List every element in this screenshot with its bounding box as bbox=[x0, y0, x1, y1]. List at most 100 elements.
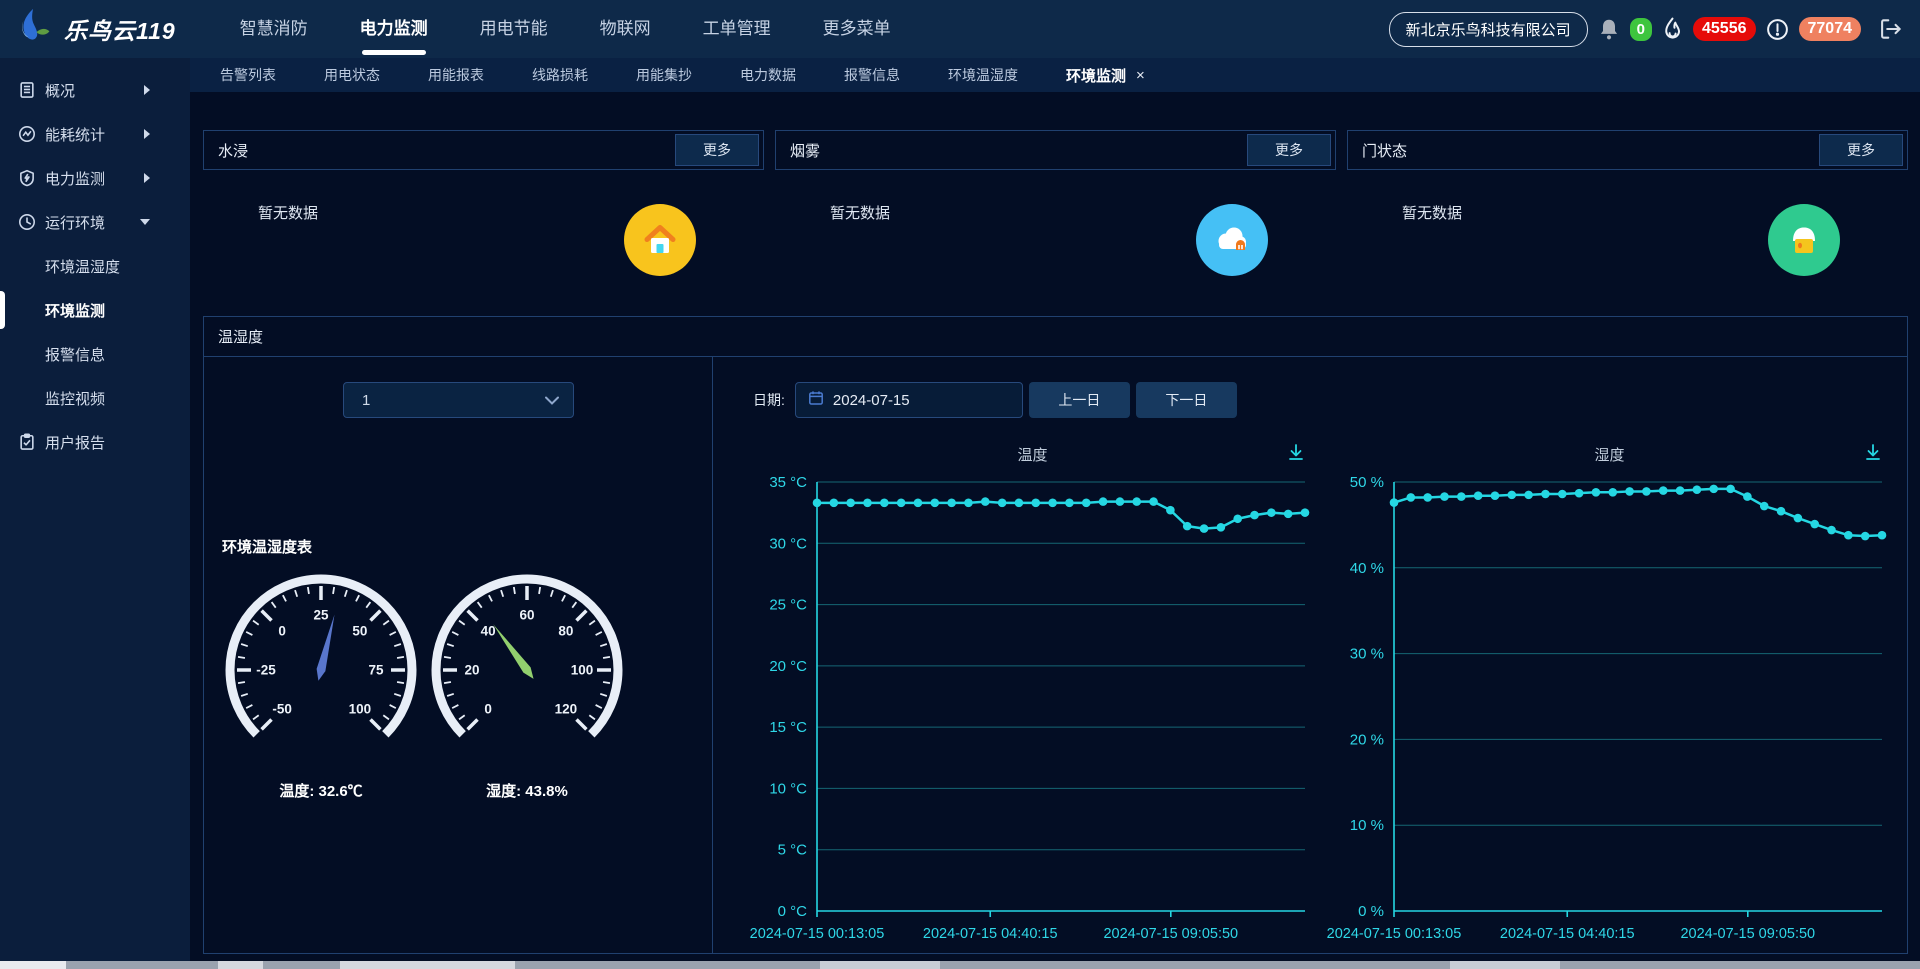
svg-text:0 °C: 0 °C bbox=[778, 903, 808, 920]
tab-电力数据[interactable]: 电力数据 bbox=[740, 65, 796, 85]
nav-item-工单管理[interactable]: 工单管理 bbox=[703, 0, 771, 58]
svg-text:30 %: 30 % bbox=[1350, 646, 1384, 663]
tab-报警信息[interactable]: 报警信息 bbox=[844, 65, 900, 85]
svg-text:80: 80 bbox=[558, 624, 573, 639]
svg-text:0: 0 bbox=[484, 701, 492, 716]
more-button[interactable]: 更多 bbox=[675, 134, 759, 166]
svg-text:10 %: 10 % bbox=[1350, 817, 1384, 834]
sidebar-item-label: 能耗统计 bbox=[45, 124, 105, 145]
sidebar-item-报警信息[interactable]: 报警信息 bbox=[0, 332, 190, 376]
nav-item-智慧消防[interactable]: 智慧消防 bbox=[240, 0, 308, 58]
prev-day-button[interactable]: 上一日 bbox=[1029, 382, 1130, 418]
svg-text:10 °C: 10 °C bbox=[769, 780, 807, 797]
sidebar-item-label: 概况 bbox=[45, 80, 75, 101]
sidebar: 概况能耗统计电力监测运行环境环境温湿度环境监测报警信息监控视频用户报告 bbox=[0, 58, 190, 961]
next-day-button[interactable]: 下一日 bbox=[1136, 382, 1237, 418]
more-button[interactable]: 更多 bbox=[1247, 134, 1331, 166]
sidebar-item-label: 报警信息 bbox=[45, 344, 105, 365]
more-button[interactable]: 更多 bbox=[1819, 134, 1903, 166]
device-select-value: 1 bbox=[362, 392, 370, 409]
fire-icon[interactable] bbox=[1661, 16, 1684, 43]
humidity-gauge: 020406080100120湿度: 43.8% bbox=[424, 567, 630, 801]
sidebar-item-环境监测[interactable]: 环境监测 bbox=[0, 288, 190, 332]
sidebar-item-label: 环境温湿度 bbox=[45, 256, 120, 277]
water-house-icon bbox=[624, 204, 696, 276]
panel-title: 温湿度 bbox=[204, 317, 1907, 357]
panel-body: 暂无数据 bbox=[203, 170, 764, 310]
svg-text:40 %: 40 % bbox=[1350, 560, 1384, 577]
sidebar-item-电力监测[interactable]: 电力监测 bbox=[0, 156, 190, 200]
tab-线路损耗[interactable]: 线路损耗 bbox=[532, 65, 588, 85]
panel-header: 门状态更多 bbox=[1347, 130, 1908, 170]
svg-text:2024-07-15 00:13:05: 2024-07-15 00:13:05 bbox=[1327, 926, 1462, 942]
gauge-section-title: 环境温湿度表 bbox=[222, 536, 712, 557]
tab-环境温湿度[interactable]: 环境温湿度 bbox=[948, 65, 1018, 85]
sidebar-item-概况[interactable]: 概况 bbox=[0, 68, 190, 112]
fire-badge: 45556 bbox=[1693, 17, 1756, 41]
date-controls: 日期: 2024-07-15 上一日 下一日 bbox=[753, 382, 1889, 418]
svg-text:5 °C: 5 °C bbox=[778, 842, 808, 859]
company-name[interactable]: 新北京乐鸟科技有限公司 bbox=[1389, 12, 1588, 47]
runtime-env-icon bbox=[18, 213, 36, 231]
sidebar-item-用户报告[interactable]: 用户报告 bbox=[0, 420, 190, 464]
svg-text:2024-07-15 09:05:50: 2024-07-15 09:05:50 bbox=[1103, 926, 1238, 942]
date-value: 2024-07-15 bbox=[833, 392, 910, 409]
sidebar-item-label: 运行环境 bbox=[45, 212, 105, 233]
tab-label: 环境监测 bbox=[1066, 65, 1126, 86]
charts-row: 温度35 °C30 °C25 °C20 °C15 °C10 °C5 °C0 °C… bbox=[753, 444, 1889, 948]
chevron-right-icon bbox=[144, 173, 150, 183]
empty-data-text: 暂无数据 bbox=[830, 202, 890, 223]
sidebar-item-能耗统计[interactable]: 能耗统计 bbox=[0, 112, 190, 156]
chart-section: 日期: 2024-07-15 上一日 下一日 温度35 °C30 °C25 °C… bbox=[713, 357, 1907, 953]
svg-text:-25: -25 bbox=[256, 663, 276, 678]
horizontal-scrollbar[interactable] bbox=[0, 961, 1920, 969]
warning-icon[interactable] bbox=[1765, 17, 1790, 42]
panel-水浸: 水浸 更多暂无数据 bbox=[203, 130, 764, 310]
sensor-panels-row: 水浸更多暂无数据烟雾更多暂无数据门状态更多暂无数据 bbox=[203, 130, 1908, 310]
svg-text:120: 120 bbox=[555, 701, 578, 716]
tab-label: 电力数据 bbox=[740, 65, 796, 85]
svg-text:35 °C: 35 °C bbox=[769, 474, 807, 491]
sidebar-item-label: 电力监测 bbox=[45, 168, 105, 189]
download-icon[interactable] bbox=[1863, 442, 1883, 467]
device-select[interactable]: 1 bbox=[343, 382, 574, 418]
sidebar-item-环境温湿度[interactable]: 环境温湿度 bbox=[0, 244, 190, 288]
sidebar-item-监控视频[interactable]: 监控视频 bbox=[0, 376, 190, 420]
svg-text:20 °C: 20 °C bbox=[769, 658, 807, 675]
gauge-value-label: 温度: 32.6℃ bbox=[218, 780, 424, 801]
svg-text:2024-07-15 04:40:15: 2024-07-15 04:40:15 bbox=[923, 926, 1058, 942]
download-icon[interactable] bbox=[1286, 442, 1306, 467]
nav-item-用电节能[interactable]: 用电节能 bbox=[480, 0, 548, 58]
date-picker[interactable]: 2024-07-15 bbox=[795, 382, 1023, 418]
tab-用能集抄[interactable]: 用能集抄 bbox=[636, 65, 692, 85]
sidebar-item-label: 监控视频 bbox=[45, 388, 105, 409]
svg-text:2024-07-15 00:13:05: 2024-07-15 00:13:05 bbox=[750, 926, 885, 942]
svg-text:100: 100 bbox=[349, 701, 372, 716]
panel-body: 暂无数据 bbox=[1347, 170, 1908, 310]
svg-text:2024-07-15 04:40:15: 2024-07-15 04:40:15 bbox=[1500, 926, 1635, 942]
tab-环境监测[interactable]: 环境监测 × bbox=[1066, 65, 1145, 86]
logout-icon[interactable] bbox=[1878, 16, 1904, 42]
sidebar-item-运行环境[interactable]: 运行环境 bbox=[0, 200, 190, 244]
nav-item-物联网[interactable]: 物联网 bbox=[600, 0, 651, 58]
tab-告警列表[interactable]: 告警列表 bbox=[220, 65, 276, 85]
panel-title: 水浸 bbox=[218, 140, 248, 161]
svg-text:25 °C: 25 °C bbox=[769, 597, 807, 614]
chevron-right-icon bbox=[144, 85, 150, 95]
power-monitor-icon bbox=[18, 169, 36, 187]
bell-icon[interactable] bbox=[1597, 17, 1621, 41]
nav-item-更多菜单[interactable]: 更多菜单 bbox=[823, 0, 891, 58]
tab-label: 环境温湿度 bbox=[948, 65, 1018, 85]
tab-用能报表[interactable]: 用能报表 bbox=[428, 65, 484, 85]
close-tab-icon[interactable]: × bbox=[1136, 67, 1145, 84]
panel-烟雾: 烟雾更多暂无数据 bbox=[775, 130, 1336, 310]
svg-text:15 °C: 15 °C bbox=[769, 719, 807, 736]
tab-用电状态[interactable]: 用电状态 bbox=[324, 65, 380, 85]
tab-label: 用电状态 bbox=[324, 65, 380, 85]
svg-text:-50: -50 bbox=[272, 701, 292, 716]
panel-body: 暂无数据 bbox=[775, 170, 1336, 310]
svg-text:2024-07-15 09:05:50: 2024-07-15 09:05:50 bbox=[1680, 926, 1815, 942]
navbar-right: 新北京乐鸟科技有限公司 0 45556 77074 bbox=[1389, 12, 1904, 47]
nav-item-电力监测[interactable]: 电力监测 bbox=[360, 0, 428, 58]
top-navbar: 乐鸟云119 智慧消防电力监测用电节能物联网工单管理更多菜单 新北京乐鸟科技有限… bbox=[0, 0, 1920, 58]
